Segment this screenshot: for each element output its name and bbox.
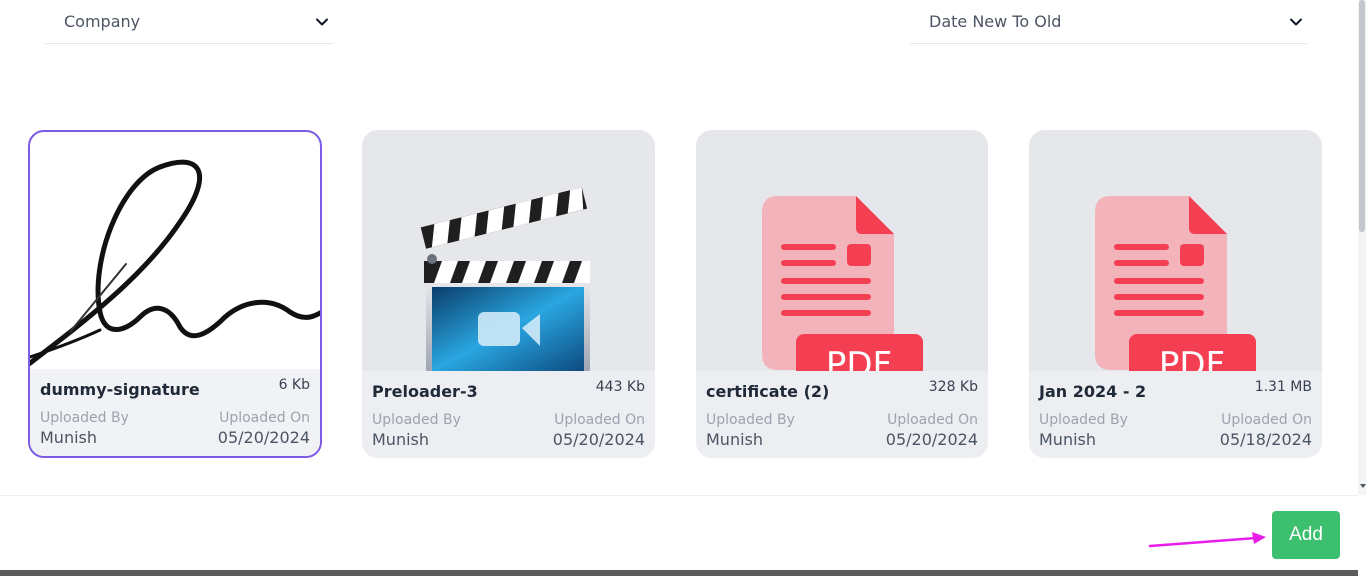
uploaded-on-label: Uploaded On — [554, 412, 645, 428]
scrollbar-thumb[interactable] — [1359, 0, 1365, 232]
add-button[interactable]: Add — [1272, 511, 1340, 559]
file-card-dummy-signature[interactable]: dummy-signature 6 Kb Uploaded By Munish … — [28, 130, 322, 458]
file-size: 6 Kb — [278, 377, 310, 393]
uploaded-by-value: Munish — [706, 430, 764, 449]
pdf-file-icon: PDF — [1029, 130, 1322, 392]
uploaded-on-label: Uploaded On — [219, 410, 310, 426]
uploaded-on-value: 05/20/2024 — [885, 430, 978, 449]
uploaded-by-label: Uploaded By — [706, 412, 795, 428]
annotation-arrow — [1148, 532, 1266, 548]
pdf-file-icon: PDF — [696, 130, 988, 392]
file-meta: Jan 2024 - 2 1.31 MB Uploaded By Munish … — [1029, 371, 1322, 458]
uploaded-by-value: Munish — [40, 428, 98, 447]
bottom-edge — [0, 570, 1358, 576]
file-size: 328 Kb — [928, 379, 978, 395]
sort-select-value: Date New To Old — [929, 12, 1062, 31]
file-card-certificate-2[interactable]: PDF certificate (2) 328 Kb Uploaded By M… — [696, 130, 988, 458]
company-select[interactable]: Company — [45, 0, 333, 44]
uploaded-on-value: 05/20/2024 — [217, 428, 310, 447]
signature-image — [30, 132, 320, 373]
uploaded-by-label: Uploaded By — [40, 410, 129, 426]
file-size: 1.31 MB — [1254, 379, 1312, 395]
chevron-down-icon — [1289, 15, 1303, 29]
uploaded-on-value: 05/18/2024 — [1219, 430, 1312, 449]
pdf-thumb-label: PDF — [1159, 345, 1225, 371]
file-name: dummy-signature — [40, 380, 200, 399]
file-name: Preloader-3 — [372, 382, 478, 401]
scroll-down-arrow-icon[interactable] — [1359, 482, 1366, 490]
uploaded-on-label: Uploaded On — [1221, 412, 1312, 428]
file-meta: dummy-signature 6 Kb Uploaded By Munish … — [30, 369, 320, 456]
file-meta: Preloader-3 443 Kb Uploaded By Munish Up… — [362, 371, 655, 458]
company-select-value: Company — [64, 12, 141, 31]
file-card-preloader-3[interactable]: Preloader-3 443 Kb Uploaded By Munish Up… — [362, 130, 655, 458]
uploaded-on-value: 05/20/2024 — [552, 430, 645, 449]
footer-divider — [0, 495, 1358, 496]
uploaded-by-label: Uploaded By — [372, 412, 461, 428]
file-card-jan-2024-2[interactable]: PDF Jan 2024 - 2 1.31 MB Uploaded By Mun… — [1029, 130, 1322, 458]
file-meta: certificate (2) 328 Kb Uploaded By Munis… — [696, 371, 988, 458]
uploaded-by-label: Uploaded By — [1039, 412, 1128, 428]
chevron-down-icon — [315, 15, 329, 29]
file-name: certificate (2) — [706, 382, 830, 401]
file-name: Jan 2024 - 2 — [1039, 382, 1147, 401]
video-clapper-icon — [362, 130, 655, 375]
file-size: 443 Kb — [595, 379, 645, 395]
sort-select[interactable]: Date New To Old — [910, 0, 1307, 44]
uploaded-by-value: Munish — [1039, 430, 1097, 449]
pdf-thumb-label: PDF — [826, 345, 892, 371]
uploaded-by-value: Munish — [372, 430, 430, 449]
uploaded-on-label: Uploaded On — [887, 412, 978, 428]
